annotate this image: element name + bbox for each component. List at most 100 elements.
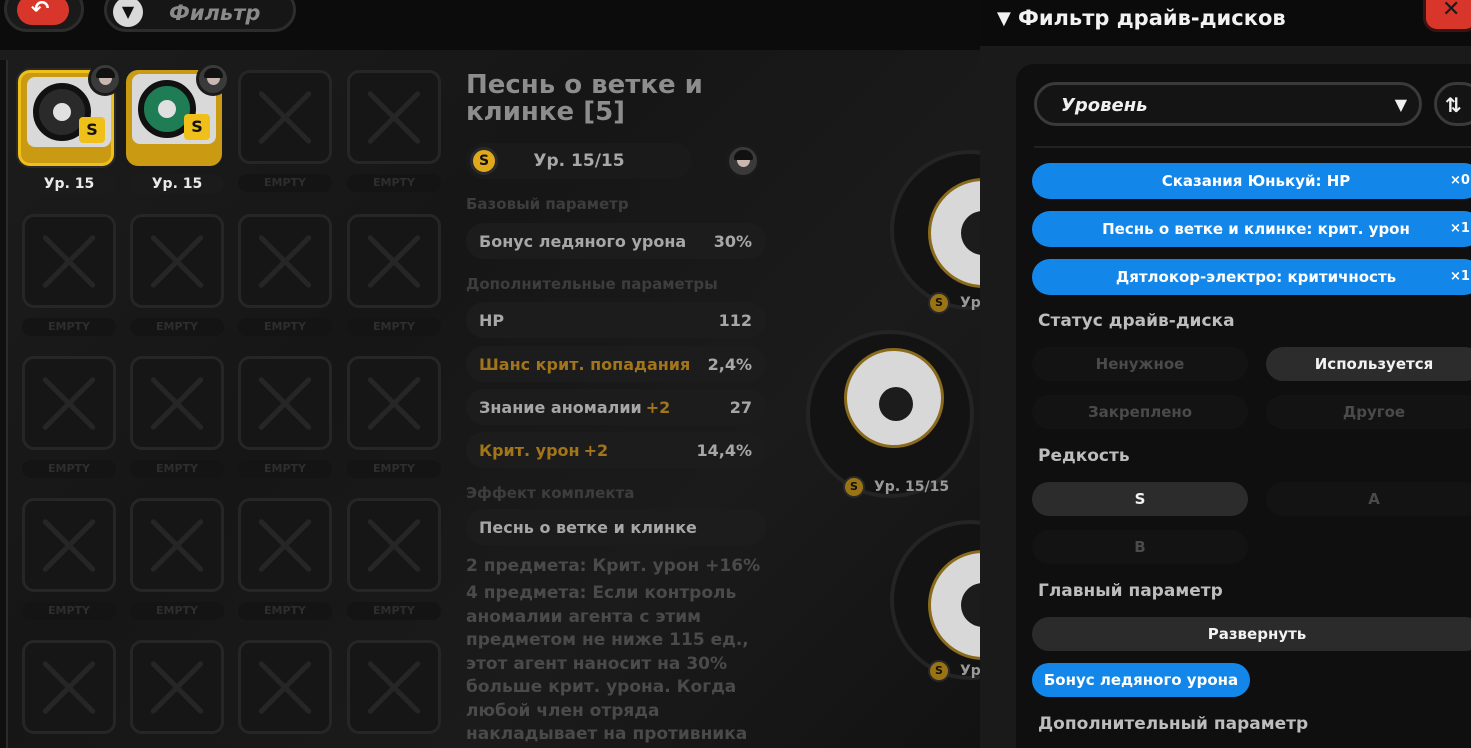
extra-stat-name-text: Крит. урон <box>479 441 580 460</box>
extra-stat-row: Крит. урон +2 14,4% <box>466 432 766 468</box>
active-filter-chip[interactable]: Песнь о ветке и клинке: крит. урон ×1 <box>1032 211 1471 247</box>
disc-level-label: Ур. 15 <box>130 174 224 194</box>
socket-bottom-level: Ур <box>960 663 981 679</box>
empty-slot-label: EMPTY <box>22 318 116 336</box>
empty-slot-label: EMPTY <box>130 460 224 478</box>
set-name-row: Песнь о ветке и клинке <box>466 509 766 545</box>
rarity-section-label: Редкость <box>1038 446 1130 466</box>
empty-slot[interactable] <box>238 640 332 734</box>
empty-slot[interactable] <box>238 356 332 450</box>
expand-button[interactable]: Развернуть <box>1032 617 1471 651</box>
main-stat-section-label: Главный параметр <box>1038 581 1223 601</box>
extra-stat-name-text: Знание аномалии <box>479 398 642 417</box>
status-option-locked[interactable]: Закреплено <box>1032 395 1248 429</box>
extra-stat-name-text: Шанс крит. попадания <box>479 355 691 374</box>
main-stat-selected[interactable]: Бонус ледяного урона <box>1032 663 1250 697</box>
sort-select[interactable]: Уровень ▼ <box>1034 82 1422 126</box>
empty-slot-label: EMPTY <box>238 174 332 192</box>
set-bonus-4: 4 предмета: Если контроль аномалии агент… <box>466 583 749 744</box>
status-option-unneeded[interactable]: Ненужное <box>1032 347 1248 381</box>
funnel-icon: ▼ <box>113 0 143 27</box>
divider <box>1034 146 1471 148</box>
set-bonus-2: 2 предмета: Крит. урон +16% <box>466 556 761 576</box>
empty-slot[interactable] <box>238 214 332 308</box>
empty-slot-label: EMPTY <box>347 174 441 192</box>
filter-panel-header: ▼ Фильтр драйв-дисков <box>980 0 1471 46</box>
empty-slot[interactable] <box>238 498 332 592</box>
rarity-option-b[interactable]: B <box>1032 530 1248 564</box>
empty-slot[interactable] <box>22 498 116 592</box>
empty-slot-label: EMPTY <box>238 318 332 336</box>
disc-level-bar: S Ур. 15/15 <box>466 143 692 179</box>
close-icon: ✕ <box>1442 0 1461 22</box>
extra-stat-value: 27 <box>729 398 752 417</box>
filter-button-label: Фильтр <box>169 1 261 25</box>
active-filter-chip[interactable]: Дятлокор-электро: критичность ×1 <box>1032 259 1471 295</box>
empty-slot-label: EMPTY <box>130 602 224 620</box>
empty-slot[interactable] <box>347 356 441 450</box>
empty-slot-label: EMPTY <box>130 318 224 336</box>
empty-slot[interactable] <box>347 640 441 734</box>
back-button[interactable]: ↶ <box>4 0 84 32</box>
extra-stats-label: Дополнительные параметры <box>466 275 718 293</box>
extra-stat-row: Знание аномалии +2 27 <box>466 389 766 425</box>
filter-button[interactable]: ▼ Фильтр <box>104 0 296 32</box>
extra-stat-name: Знание аномалии +2 <box>479 398 670 417</box>
extra-stat-row: HP 112 <box>466 302 766 338</box>
socket-top-level: Ур <box>960 295 981 311</box>
rank-s-icon: S <box>928 292 950 314</box>
rank-s-icon: S <box>79 117 105 143</box>
disc-level: Ур. 15/15 <box>533 151 625 171</box>
status-option-other[interactable]: Другое <box>1266 395 1471 429</box>
extra-stat-value: 112 <box>718 311 752 330</box>
extra-stat-name: HP <box>479 311 504 330</box>
equipped-agent-avatar[interactable] <box>726 144 760 178</box>
extra-stat-value: 2,4% <box>707 355 752 374</box>
base-stat-value: 30% <box>713 232 752 251</box>
base-stat-label: Базовый параметр <box>466 195 629 213</box>
list-scroll-edge <box>0 60 8 748</box>
active-filter-chip[interactable]: Сказания Юнькуй: HP ×0 <box>1032 163 1471 199</box>
sort-direction-icon: ⇅ <box>1445 93 1462 117</box>
empty-slot-label: EMPTY <box>238 602 332 620</box>
rank-s-icon: S <box>843 476 865 498</box>
funnel-icon: ▼ <box>997 8 1011 29</box>
disc-socket-middle[interactable] <box>806 330 974 498</box>
socket-middle-level: Ур. 15/15 <box>874 479 950 495</box>
sub-stat-section-label: Дополнительный параметр <box>1038 714 1309 734</box>
empty-slot[interactable] <box>347 214 441 308</box>
back-arrow-icon: ↶ <box>31 0 50 22</box>
rarity-option-a[interactable]: A <box>1266 482 1471 516</box>
empty-slot-label: EMPTY <box>347 460 441 478</box>
sort-direction-button[interactable]: ⇅ <box>1434 82 1471 126</box>
empty-slot[interactable] <box>130 214 224 308</box>
empty-slot[interactable] <box>130 640 224 734</box>
filter-panel-title: Фильтр драйв-дисков <box>1018 6 1286 30</box>
agent-avatar <box>88 62 122 96</box>
empty-slot[interactable] <box>22 214 116 308</box>
extra-stat-name: Шанс крит. попадания <box>479 355 690 374</box>
empty-slot[interactable] <box>130 356 224 450</box>
empty-slot[interactable] <box>22 356 116 450</box>
empty-slot[interactable] <box>130 498 224 592</box>
chevron-down-icon: ▼ <box>1394 95 1407 114</box>
empty-slot[interactable] <box>347 498 441 592</box>
empty-slot-label: EMPTY <box>347 318 441 336</box>
status-option-used[interactable]: Используется <box>1266 347 1471 381</box>
extra-stat-bonus: +2 <box>583 441 609 460</box>
empty-slot-label: EMPTY <box>238 460 332 478</box>
rank-s-icon: S <box>184 114 210 140</box>
rarity-option-s[interactable]: S <box>1032 482 1248 516</box>
empty-slot-label: EMPTY <box>22 460 116 478</box>
base-stat-name: Бонус ледяного урона <box>479 232 687 251</box>
empty-slot[interactable] <box>22 640 116 734</box>
active-filter-chip-label: Дятлокор-электро: критичность <box>1115 268 1397 286</box>
empty-slot[interactable] <box>238 70 332 164</box>
disc-title: Песнь о ветке и клинке [5] <box>466 70 703 127</box>
empty-slot[interactable] <box>347 70 441 164</box>
extra-stat-bonus: +2 <box>645 398 671 417</box>
extra-stat-name: Крит. урон +2 <box>479 441 608 460</box>
disc-level-label: Ур. 15 <box>22 174 116 194</box>
close-button[interactable]: ✕ <box>1423 0 1471 32</box>
empty-slot-label: EMPTY <box>22 602 116 620</box>
